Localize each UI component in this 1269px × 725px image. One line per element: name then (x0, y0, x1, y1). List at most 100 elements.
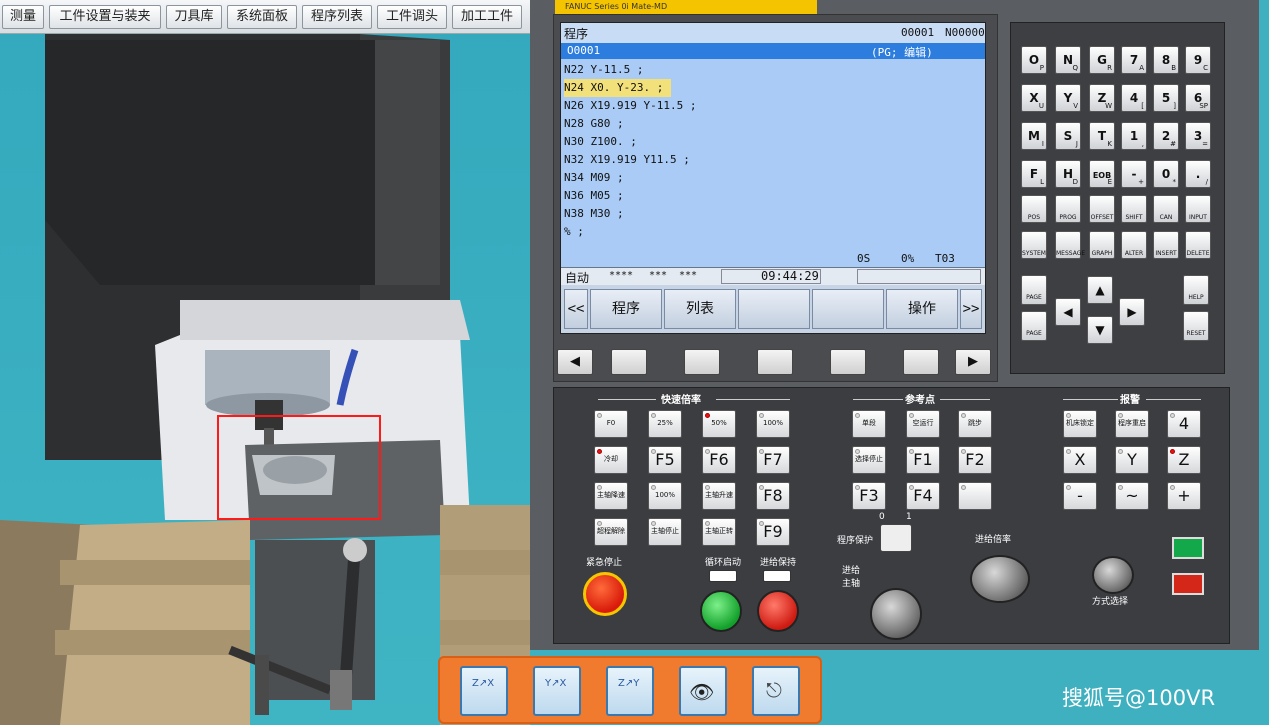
left-arrow-key[interactable]: ◀ (557, 349, 593, 375)
program-list-button[interactable]: 程序列表 (302, 5, 372, 29)
emergency-stop-button[interactable] (583, 572, 627, 616)
page-down-key[interactable]: PAGE (1021, 311, 1047, 341)
coolant-button[interactable]: 冷却 (594, 446, 628, 474)
feed-rate-knob[interactable] (970, 555, 1030, 603)
cycle-start-button[interactable] (700, 590, 742, 632)
key-system[interactable]: SYSTEM (1021, 231, 1047, 259)
key-6[interactable]: 6 SP (1185, 84, 1211, 112)
axis-y-button[interactable]: Y (1115, 446, 1149, 474)
softkey-blank-2[interactable] (812, 289, 884, 329)
rapid-50-button[interactable]: 50% (702, 410, 736, 438)
workpiece-setup-button[interactable]: 工件设置与装夹 (49, 5, 161, 29)
axis-x-button[interactable]: X (1063, 446, 1097, 474)
rapid-f0-button[interactable]: F0 (594, 410, 628, 438)
key-s[interactable]: SJ (1055, 122, 1081, 150)
view-eye-button[interactable]: 👁 (679, 666, 727, 716)
mode-select-knob[interactable] (1092, 556, 1134, 594)
key-n[interactable]: NQ (1055, 46, 1081, 74)
f2-button[interactable]: F2 (958, 446, 992, 474)
help-key[interactable]: HELP (1183, 275, 1209, 305)
key-graph[interactable]: GRAPH (1089, 231, 1115, 259)
key-1[interactable]: 1, (1121, 122, 1147, 150)
key-7[interactable]: 7A (1121, 46, 1147, 74)
f1-button[interactable]: F1 (906, 446, 940, 474)
hw-softkey-2[interactable] (684, 349, 720, 375)
key-m[interactable]: MI (1021, 122, 1047, 150)
key-pos[interactable]: POS (1021, 195, 1047, 223)
page-up-key[interactable]: PAGE (1021, 275, 1047, 305)
key-h[interactable]: HD (1055, 160, 1081, 188)
key-.[interactable]: . / (1185, 160, 1211, 188)
cursor-right-key[interactable]: ▶ (1119, 298, 1145, 326)
softkey-program[interactable]: 程序 (590, 289, 662, 329)
view-machine-button[interactable]: ⎋ (752, 666, 800, 716)
key-shift[interactable]: SHIFT (1121, 195, 1147, 223)
f3-button[interactable]: F3 (852, 482, 886, 510)
view-xz-button[interactable]: Z↗X (460, 666, 508, 716)
key-insert[interactable]: INSERT (1153, 231, 1179, 259)
spindle-100-button[interactable]: 100% (648, 482, 682, 510)
machine-workpiece-button[interactable]: 加工工件 (452, 5, 522, 29)
reset-key[interactable]: RESET (1183, 311, 1209, 341)
right-arrow-key[interactable]: ▶ (955, 349, 991, 375)
f5-button[interactable]: F5 (648, 446, 682, 474)
softkey-prev[interactable]: << (564, 289, 588, 329)
spindle-forward-button[interactable]: 主轴正转 (702, 518, 736, 546)
key-x[interactable]: XU (1021, 84, 1047, 112)
cursor-down-key[interactable]: ▼ (1087, 316, 1113, 344)
softkey-blank-1[interactable] (738, 289, 810, 329)
key-0[interactable]: 0 * (1153, 160, 1179, 188)
view-xy-button[interactable]: Y↗X (533, 666, 581, 716)
dry-run-button[interactable]: 空运行 (906, 410, 940, 438)
key-can[interactable]: CAN (1153, 195, 1179, 223)
key-8[interactable]: 8B (1153, 46, 1179, 74)
system-panel-button[interactable]: 系统面板 (227, 5, 297, 29)
rapid-traverse-button[interactable]: ~ (1115, 482, 1149, 510)
key-t[interactable]: TK (1089, 122, 1115, 150)
key-f[interactable]: FL (1021, 160, 1047, 188)
cursor-up-key[interactable]: ▲ (1087, 276, 1113, 304)
power-on-button[interactable] (1172, 537, 1204, 559)
key-eob[interactable]: EOB E (1089, 160, 1115, 188)
measure-button[interactable]: 测量 (2, 5, 44, 29)
key-2[interactable]: 2 # (1153, 122, 1179, 150)
rapid-100-button[interactable]: 100% (756, 410, 790, 438)
key-alter[interactable]: ALTER (1121, 231, 1147, 259)
axis-plus-button[interactable]: + (1167, 482, 1201, 510)
power-off-button[interactable] (1172, 573, 1204, 595)
key-message[interactable]: MESSAGE (1055, 231, 1085, 259)
program-restart-button[interactable]: 程序重启 (1115, 410, 1149, 438)
spindle-stop-button[interactable]: 主轴停止 (648, 518, 682, 546)
f9-button[interactable]: F9 (756, 518, 790, 546)
hw-softkey-3[interactable] (757, 349, 793, 375)
view-yz-button[interactable]: Z↗Y (606, 666, 654, 716)
blank-button[interactable] (958, 482, 992, 510)
feed-hold-button[interactable] (757, 590, 799, 632)
overtravel-release-button[interactable]: 超程解除 (594, 518, 628, 546)
program-listing[interactable]: N22 Y-11.5 ; N24 X0. Y-23. ; N26 X19.919 Y… (561, 61, 985, 261)
optional-stop-button[interactable]: 选择停止 (852, 446, 886, 474)
single-block-button[interactable]: 单段 (852, 410, 886, 438)
f6-button[interactable]: F6 (702, 446, 736, 474)
key-3[interactable]: 3 = (1185, 122, 1211, 150)
f7-button[interactable]: F7 (756, 446, 790, 474)
spindle-up-button[interactable]: 主轴升速 (702, 482, 736, 510)
key-delete[interactable]: DELETE (1185, 231, 1211, 259)
feed-spindle-override-knob[interactable] (870, 588, 922, 640)
axis-minus-button[interactable]: - (1063, 482, 1097, 510)
key-y[interactable]: YV (1055, 84, 1081, 112)
softkey-next[interactable]: >> (960, 289, 982, 329)
program-protect-key-switch[interactable] (880, 524, 912, 552)
tool-library-button[interactable]: 刀具库 (166, 5, 222, 29)
axis-4-button[interactable]: 4 (1167, 410, 1201, 438)
softkey-list[interactable]: 列表 (664, 289, 736, 329)
key-o[interactable]: OP (1021, 46, 1047, 74)
hw-softkey-1[interactable] (611, 349, 647, 375)
key-z[interactable]: ZW (1089, 84, 1115, 112)
machine-3d-view[interactable] (0, 0, 530, 725)
softkey-operation[interactable]: 操作 (886, 289, 958, 329)
key-9[interactable]: 9C (1185, 46, 1211, 74)
key--[interactable]: - + (1121, 160, 1147, 188)
key-5[interactable]: 5] (1153, 84, 1179, 112)
hw-softkey-4[interactable] (830, 349, 866, 375)
